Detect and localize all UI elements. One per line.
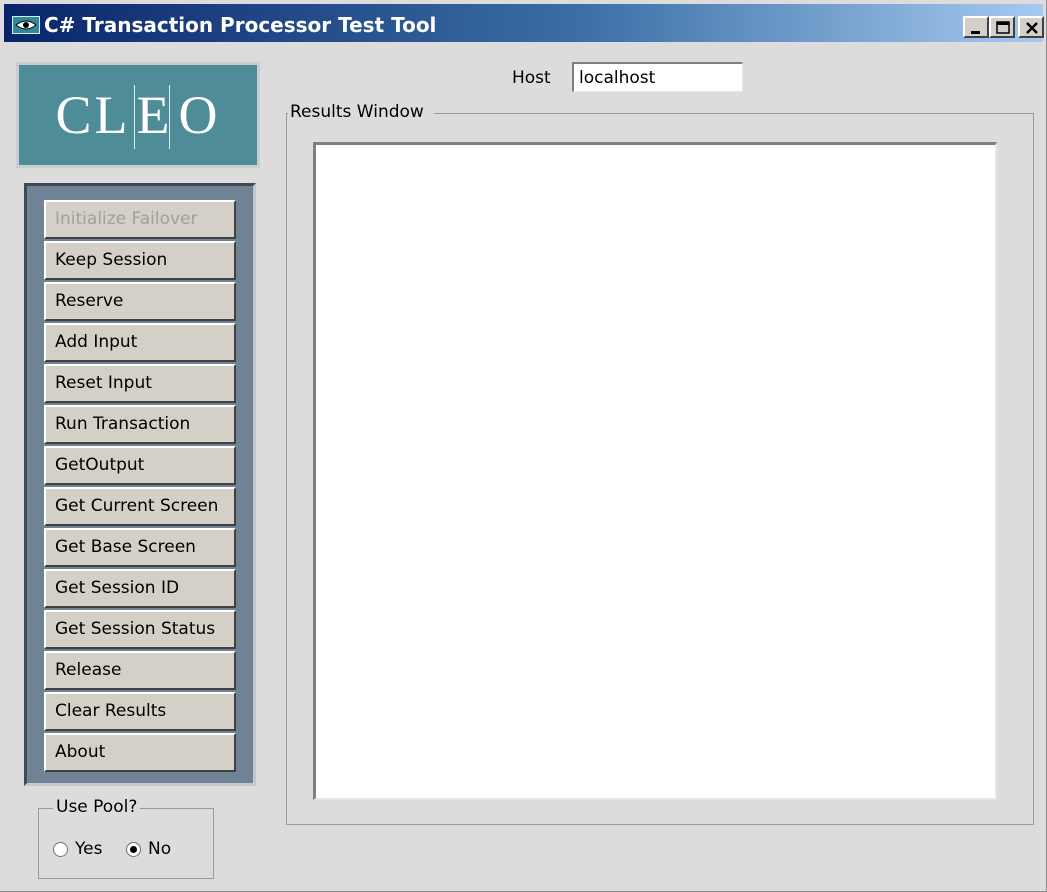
get-base-screen-button[interactable]: Get Base Screen	[44, 528, 236, 567]
use-pool-no-radio[interactable]: No	[126, 839, 171, 859]
get-output-button[interactable]: GetOutput	[44, 446, 236, 485]
minimize-button[interactable]	[963, 16, 989, 38]
get-session-id-button[interactable]: Get Session ID	[44, 569, 236, 608]
release-button[interactable]: Release	[44, 651, 236, 690]
title-bar[interactable]: C# Transaction Processor Test Tool	[4, 4, 1044, 42]
main-window: C# Transaction Processor Test Tool CL E O …	[0, 0, 1047, 892]
keep-session-button[interactable]: Keep Session	[44, 241, 236, 280]
results-textarea[interactable]	[313, 142, 997, 800]
reserve-button[interactable]: Reserve	[44, 282, 236, 321]
about-button[interactable]: About	[44, 733, 236, 772]
radio-checked-icon	[126, 841, 141, 857]
use-pool-label: Use Pool?	[53, 797, 141, 817]
results-window-group: Results Window	[286, 102, 1034, 825]
host-input[interactable]	[572, 62, 743, 92]
close-button[interactable]	[1018, 16, 1044, 38]
use-pool-no-label: No	[148, 839, 172, 859]
maximize-button[interactable]	[989, 16, 1015, 38]
get-session-status-button[interactable]: Get Session Status	[44, 610, 236, 649]
logo-divider	[169, 85, 170, 149]
logo-text: CL E O	[55, 85, 221, 145]
radio-unchecked-icon	[53, 841, 68, 857]
close-icon	[1026, 22, 1038, 34]
initialize-failover-button[interactable]: Initialize Failover	[44, 200, 236, 239]
minimize-icon	[971, 31, 980, 34]
use-pool-yes-radio[interactable]: Yes	[53, 839, 102, 859]
results-window-label: Results Window	[288, 102, 434, 122]
cleo-logo: CL E O	[16, 62, 260, 168]
window-title: C# Transaction Processor Test Tool	[44, 13, 437, 37]
run-transaction-button[interactable]: Run Transaction	[44, 405, 236, 444]
host-label: Host	[512, 68, 551, 88]
get-current-screen-button[interactable]: Get Current Screen	[44, 487, 236, 526]
use-pool-yes-label: Yes	[75, 839, 103, 859]
logo-divider	[134, 85, 135, 149]
use-pool-group: Use Pool? Yes No	[38, 797, 214, 879]
maximize-icon	[996, 21, 1010, 34]
command-button-panel: Initialize Failover Keep Session Reserve…	[24, 183, 256, 786]
eye-icon[interactable]	[12, 16, 40, 34]
add-input-button[interactable]: Add Input	[44, 323, 236, 362]
reset-input-button[interactable]: Reset Input	[44, 364, 236, 403]
clear-results-button[interactable]: Clear Results	[44, 692, 236, 731]
